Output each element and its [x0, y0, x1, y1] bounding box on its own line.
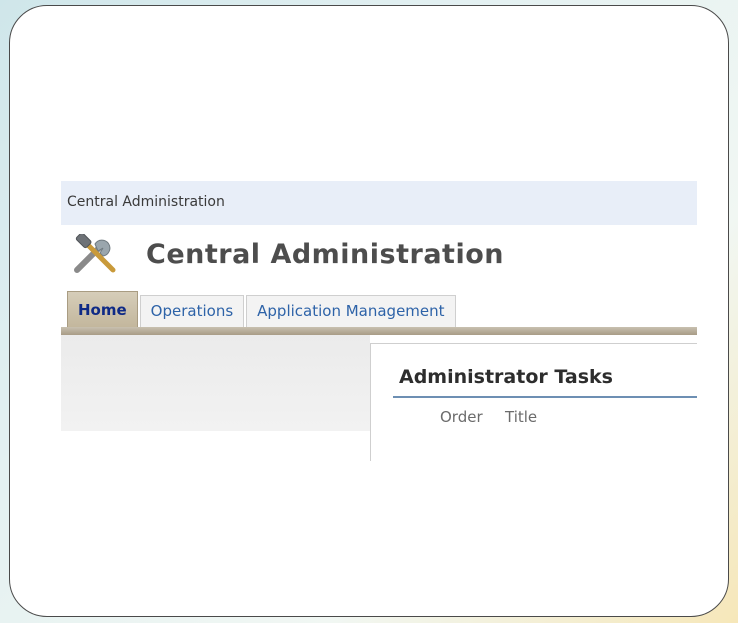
- screenshot-region: Central Administration Central Administr…: [61, 181, 697, 461]
- page-title: Central Administration: [146, 239, 504, 270]
- tab-home[interactable]: Home: [67, 291, 138, 327]
- slide-card: Central Administration Central Administr…: [9, 5, 729, 617]
- column-header-order[interactable]: Order: [440, 408, 483, 426]
- administrator-tasks-panel: Administrator Tasks Order Title: [370, 343, 697, 461]
- content-area: Administrator Tasks Order Title: [61, 335, 697, 461]
- tab-operations[interactable]: Operations: [139, 295, 245, 327]
- tasks-divider: [393, 396, 697, 398]
- column-header-title[interactable]: Title: [505, 408, 537, 426]
- breadcrumb-link[interactable]: Central Administration: [67, 194, 225, 210]
- left-navigation: [61, 335, 370, 431]
- tab-bar: Home Operations Application Management: [67, 291, 458, 327]
- tab-application-management[interactable]: Application Management: [246, 295, 456, 327]
- tasks-title: Administrator Tasks: [399, 366, 613, 388]
- tools-icon: [73, 232, 121, 274]
- breadcrumb: Central Administration: [61, 181, 697, 225]
- tab-underline: [61, 327, 697, 335]
